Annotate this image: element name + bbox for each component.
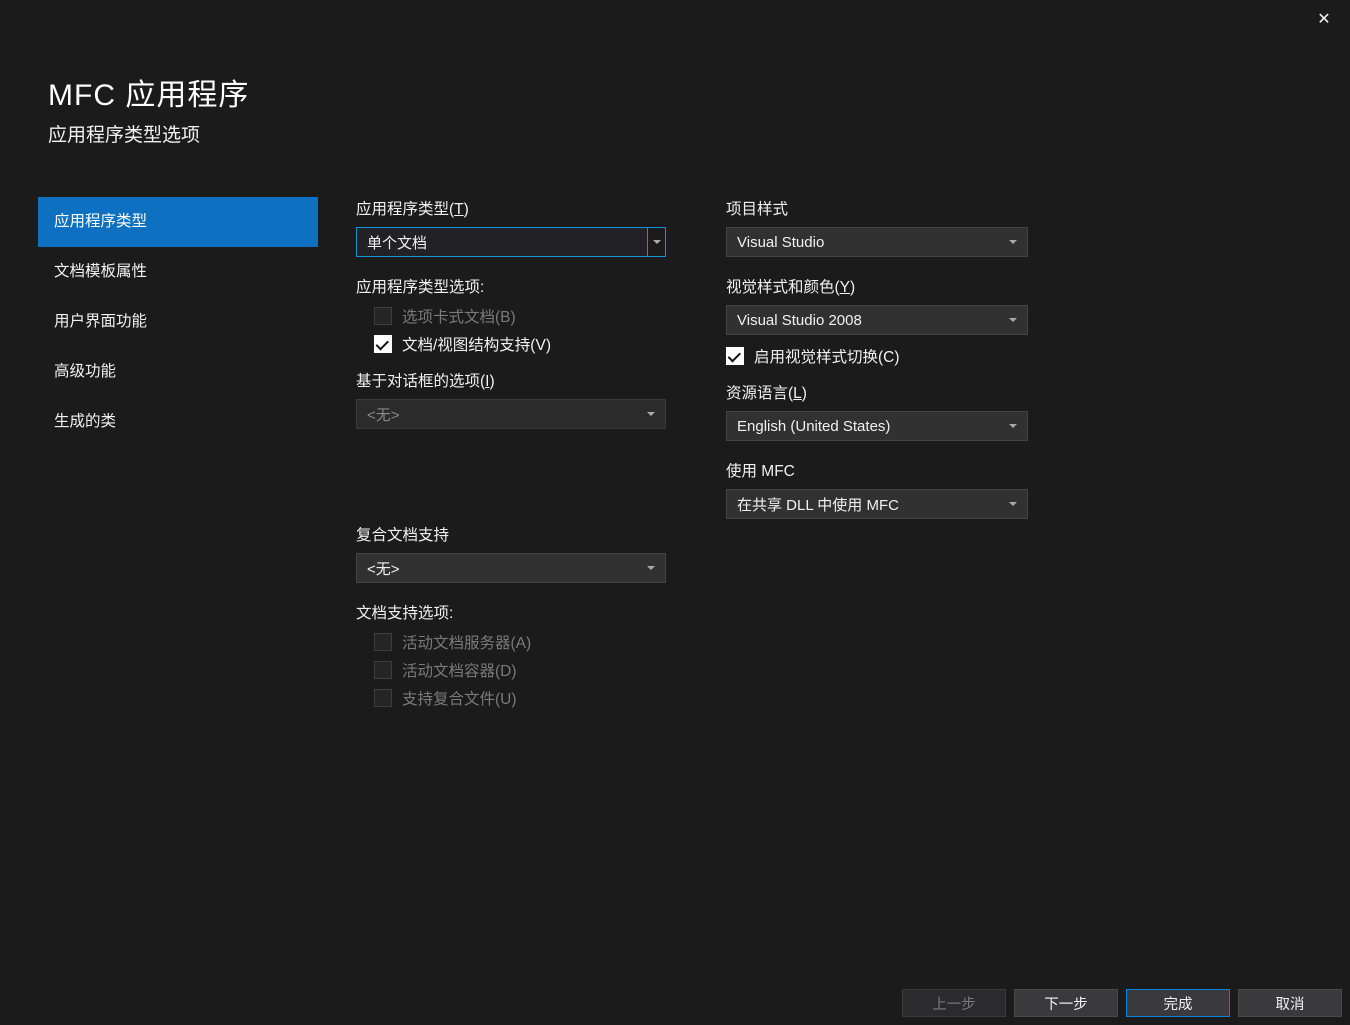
chevron-down-icon — [1009, 240, 1017, 244]
close-icon[interactable]: ✕ — [1312, 8, 1336, 32]
resource-language-label: 资源语言(L) — [726, 381, 1028, 403]
compound-files-checkbox — [374, 689, 392, 707]
enable-style-switch-label: 启用视觉样式切换(C) — [754, 345, 900, 367]
visual-style-label: 视觉样式和颜色(Y) — [726, 275, 1028, 297]
chevron-down-icon — [1009, 424, 1017, 428]
chevron-down-icon — [647, 566, 655, 570]
sidebar: 应用程序类型 文档模板属性 用户界面功能 高级功能 生成的类 — [0, 197, 318, 719]
sidebar-item-generated-classes[interactable]: 生成的类 — [38, 397, 318, 447]
tabbed-docs-checkbox — [374, 307, 392, 325]
page-title: MFC 应用程序 — [48, 70, 1350, 114]
compound-files-label: 支持复合文件(U) — [402, 687, 517, 709]
project-style-select[interactable]: Visual Studio — [726, 227, 1028, 257]
chevron-down-icon — [647, 228, 665, 256]
active-container-checkbox — [374, 661, 392, 679]
compound-doc-select[interactable]: <无> — [356, 553, 666, 583]
sidebar-item-app-type[interactable]: 应用程序类型 — [38, 197, 318, 247]
docview-checkbox[interactable] — [374, 335, 392, 353]
active-server-checkbox — [374, 633, 392, 651]
active-server-label: 活动文档服务器(A) — [402, 631, 531, 653]
visual-style-select[interactable]: Visual Studio 2008 — [726, 305, 1028, 335]
chevron-down-icon — [1009, 502, 1017, 506]
docview-label: 文档/视图结构支持(V) — [402, 333, 551, 355]
prev-button: 上一步 — [902, 989, 1006, 1017]
app-type-options-label: 应用程序类型选项: — [356, 275, 666, 297]
enable-style-switch-checkbox[interactable] — [726, 347, 744, 365]
dialog-options-label: 基于对话框的选项(I) — [356, 369, 666, 391]
sidebar-item-ui-features[interactable]: 用户界面功能 — [38, 297, 318, 347]
finish-button[interactable]: 完成 — [1126, 989, 1230, 1017]
page-subtitle: 应用程序类型选项 — [48, 120, 1350, 147]
doc-support-options-label: 文档支持选项: — [356, 601, 666, 623]
chevron-down-icon — [647, 412, 655, 416]
resource-language-select[interactable]: English (United States) — [726, 411, 1028, 441]
next-button[interactable]: 下一步 — [1014, 989, 1118, 1017]
app-type-label: 应用程序类型(T) — [356, 197, 666, 219]
cancel-button[interactable]: 取消 — [1238, 989, 1342, 1017]
sidebar-item-doc-template[interactable]: 文档模板属性 — [38, 247, 318, 297]
active-container-label: 活动文档容器(D) — [402, 659, 517, 681]
use-mfc-select[interactable]: 在共享 DLL 中使用 MFC — [726, 489, 1028, 519]
sidebar-item-advanced[interactable]: 高级功能 — [38, 347, 318, 397]
project-style-label: 项目样式 — [726, 197, 1028, 219]
compound-doc-label: 复合文档支持 — [356, 523, 666, 545]
use-mfc-label: 使用 MFC — [726, 459, 1028, 481]
tabbed-docs-label: 选项卡式文档(B) — [402, 305, 516, 327]
app-type-select[interactable]: 单个文档 — [356, 227, 666, 257]
dialog-options-select: <无> — [356, 399, 666, 429]
chevron-down-icon — [1009, 318, 1017, 322]
